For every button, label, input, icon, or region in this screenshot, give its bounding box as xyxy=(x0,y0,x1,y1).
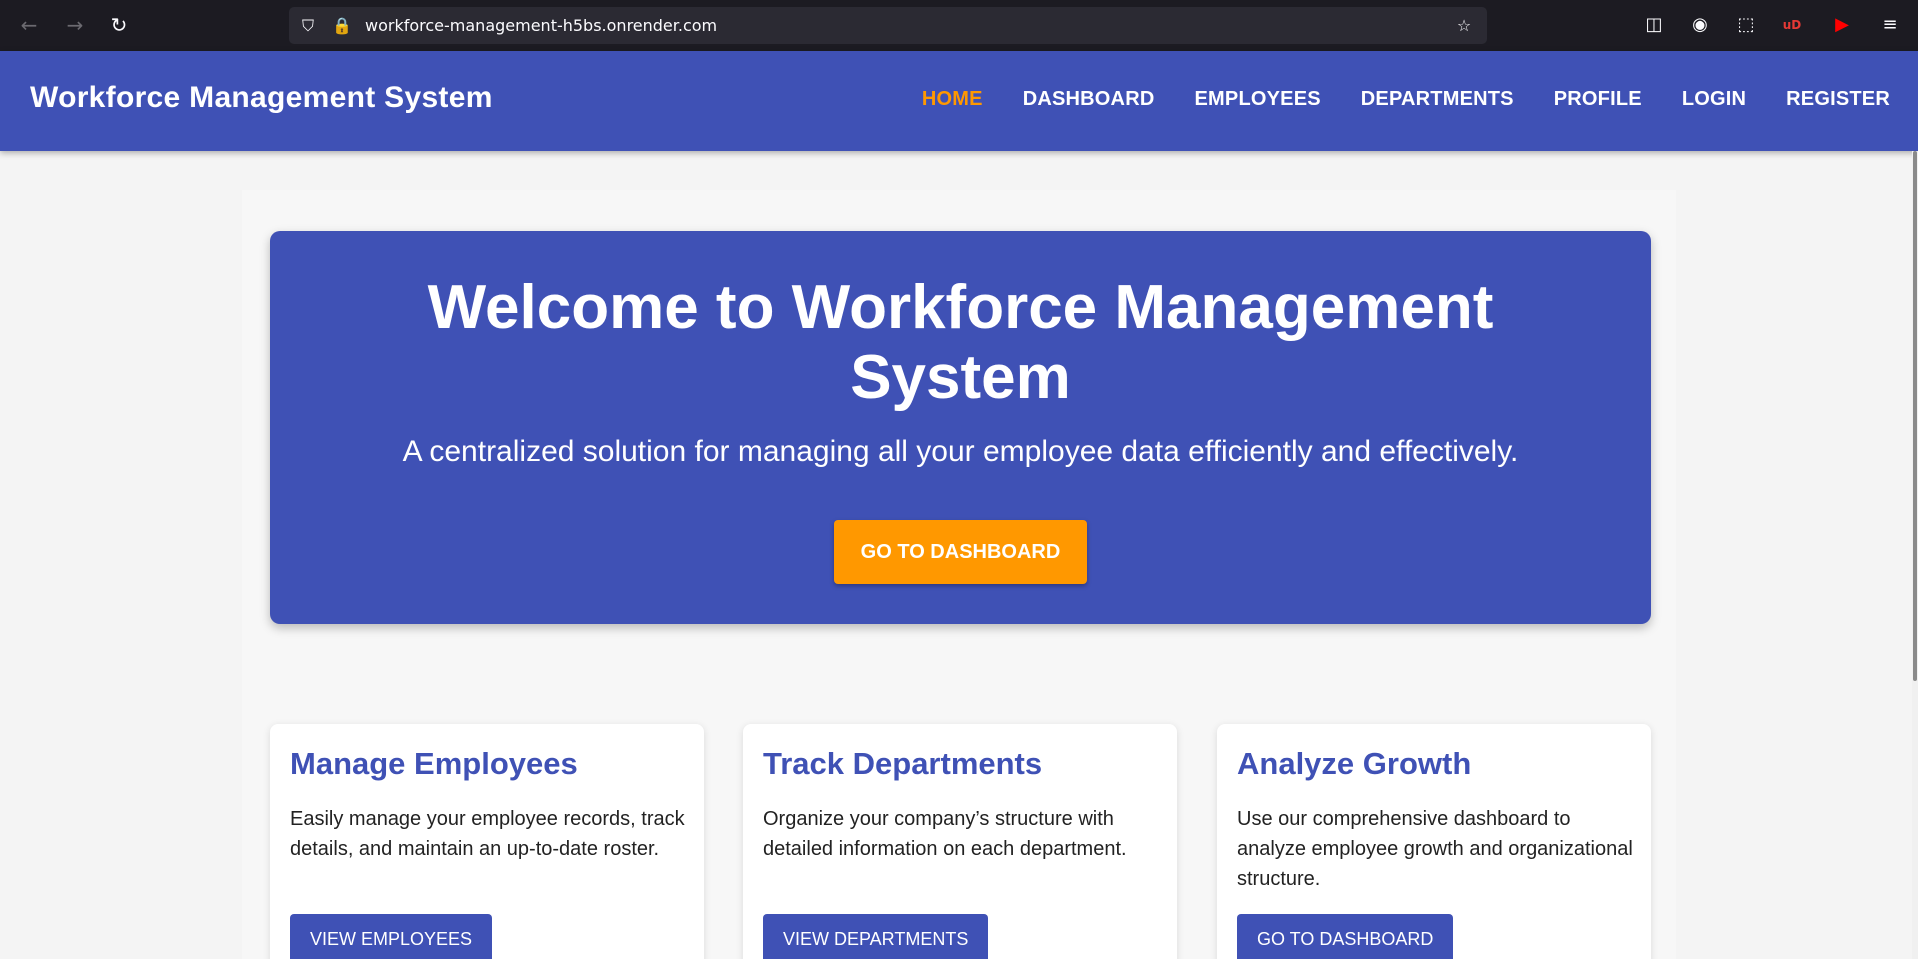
nav-employees[interactable]: EMPLOYEES xyxy=(1195,88,1321,111)
pocket-icon[interactable]: ◫ xyxy=(1641,12,1667,38)
scrollbar-thumb[interactable] xyxy=(1913,151,1917,681)
nav-login[interactable]: LOGIN xyxy=(1682,88,1746,111)
feature-card-employees: Manage Employees Easily manage your empl… xyxy=(270,724,704,959)
back-arrow-icon[interactable]: ← xyxy=(16,12,42,38)
browser-toolbar: ← → ↻ ⛉ 🔒 workforce-management-h5bs.onre… xyxy=(0,0,1918,51)
nav-profile[interactable]: PROFILE xyxy=(1554,88,1642,111)
brand-logo[interactable]: Workforce Management System xyxy=(30,81,493,115)
card-text: Use our comprehensive dashboard to analy… xyxy=(1237,808,1633,890)
address-bar[interactable]: ⛉ 🔒 workforce-management-h5bs.onrender.c… xyxy=(289,7,1487,44)
card-title: Analyze Growth xyxy=(1237,746,1472,781)
hero-section: Welcome to Workforce Management System A… xyxy=(270,231,1651,624)
youtube-icon[interactable]: ▶ xyxy=(1829,12,1855,38)
account-icon[interactable]: ◉ xyxy=(1687,12,1713,38)
nav-register[interactable]: REGISTER xyxy=(1786,88,1890,111)
hero-title: Welcome to Workforce Management System xyxy=(427,273,1494,412)
menu-icon[interactable]: ≡ xyxy=(1877,12,1903,38)
card-title: Manage Employees xyxy=(290,746,578,781)
url-text[interactable]: workforce-management-h5bs.onrender.com xyxy=(365,16,717,35)
hero-subtitle: A centralized solution for managing all … xyxy=(402,435,1519,468)
nav-departments[interactable]: DEPARTMENTS xyxy=(1361,88,1514,111)
extensions-icon[interactable]: ⬚ xyxy=(1733,12,1759,38)
card-text: Easily manage your employee records, tra… xyxy=(290,808,685,860)
go-to-dashboard-button[interactable]: GO TO DASHBOARD xyxy=(834,520,1087,584)
nav-links: HOME DASHBOARD EMPLOYEES DEPARTMENTS PRO… xyxy=(922,88,1890,111)
feature-card-departments: Track Departments Organize your company’… xyxy=(743,724,1177,959)
bookmark-star-icon[interactable]: ☆ xyxy=(1453,15,1475,37)
nav-home[interactable]: HOME xyxy=(922,88,983,111)
view-employees-button[interactable]: VIEW EMPLOYEES xyxy=(290,914,493,959)
lock-icon[interactable]: 🔒 xyxy=(331,15,353,37)
shield-icon[interactable]: ⛉ xyxy=(297,15,319,37)
view-departments-button[interactable]: VIEW DEPARTMENTS xyxy=(763,914,989,959)
reload-icon[interactable]: ↻ xyxy=(106,12,132,38)
site-navbar: Workforce Management System HOME DASHBOA… xyxy=(0,51,1918,151)
nav-dashboard[interactable]: DASHBOARD xyxy=(1023,88,1155,111)
card-text: Organize your company’s structure with d… xyxy=(763,808,1127,860)
ublock-icon[interactable]: uD xyxy=(1779,12,1805,38)
feature-card-growth: Analyze Growth Use our comprehensive das… xyxy=(1217,724,1651,959)
card-title: Track Departments xyxy=(763,746,1043,781)
forward-arrow-icon[interactable]: → xyxy=(62,12,88,38)
go-to-dashboard-card-button[interactable]: GO TO DASHBOARD xyxy=(1237,914,1454,959)
